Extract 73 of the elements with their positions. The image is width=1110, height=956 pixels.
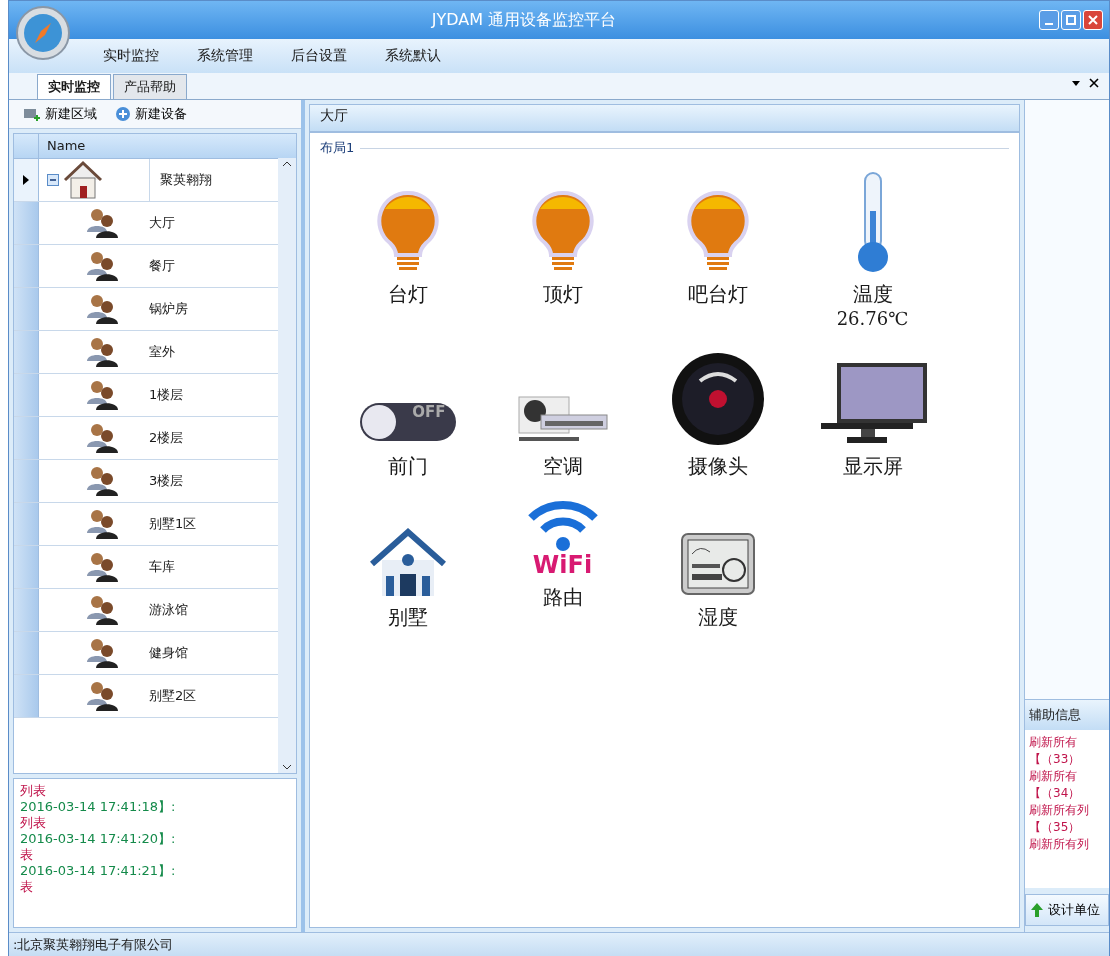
log-line: 【（35）	[1029, 819, 1082, 836]
group-title: 布局1	[320, 139, 355, 157]
designer-button[interactable]: 设计单位	[1025, 894, 1109, 926]
toolbar-button[interactable]: 新建设备	[111, 103, 191, 125]
panel-title: 辅助信息	[1025, 700, 1109, 730]
panel-title: 大厅	[309, 104, 1020, 132]
log-line: 2016-03-14 17:41:21】:	[20, 863, 177, 879]
device-label: 路由	[542, 584, 583, 611]
device-label: 摄像头	[687, 453, 748, 480]
maximize-icon	[1066, 15, 1076, 25]
log-line: 列表	[20, 815, 47, 831]
tab[interactable]: 实时监控	[37, 74, 111, 99]
camera-icon	[669, 351, 766, 447]
log-line: 【（33）	[1029, 751, 1082, 768]
device-label: 湿度	[697, 604, 738, 631]
log-line: 2016-03-14 17:41:18】:	[20, 799, 177, 815]
tab[interactable]: 产品帮助	[113, 74, 187, 99]
tree-item[interactable]: 别墅1区	[149, 503, 278, 545]
log-line: 刷新所有	[1029, 768, 1078, 785]
device-label: 显示屏	[842, 453, 903, 480]
house-icon	[63, 160, 103, 200]
up-arrow-icon	[1030, 902, 1044, 918]
toolbar-button[interactable]: 新建区域	[19, 103, 101, 125]
device-label: 别墅	[387, 604, 428, 631]
device-reading: 26.76℃	[836, 308, 909, 329]
tree-item[interactable]: 健身馆	[149, 632, 278, 674]
log-line: 列表	[20, 783, 47, 799]
device-label: 空调	[542, 453, 583, 480]
minimize-icon	[1045, 22, 1053, 25]
device-label: 台灯	[387, 281, 428, 308]
maximize-button[interactable]	[1061, 10, 1081, 30]
wifi-logo-text: WiFi	[532, 552, 593, 578]
collapse-icon[interactable]	[47, 174, 59, 186]
wifi-icon	[526, 500, 599, 552]
log-line: 表	[20, 879, 34, 895]
log-line: 2016-03-14 17:41:20】:	[20, 831, 177, 847]
row-selector[interactable]	[14, 159, 39, 201]
log-line: 【（34）	[1029, 785, 1082, 802]
tree-item[interactable]: 3楼层	[149, 460, 278, 502]
status-text: :北京聚英翱翔电子有限公司	[9, 932, 1109, 956]
close-icon[interactable]	[1089, 78, 1099, 88]
close-icon	[1088, 15, 1098, 25]
menu-item[interactable]: 系统默认	[371, 43, 455, 69]
house-icon	[367, 528, 448, 598]
log-line: 刷新所有	[1029, 734, 1078, 751]
tree-item[interactable]: 车库	[149, 546, 278, 588]
area-add-icon	[23, 106, 41, 122]
tree-item[interactable]: 室外	[149, 331, 278, 373]
menu-item[interactable]: 实时监控	[89, 43, 173, 69]
minimize-button[interactable]	[1039, 10, 1059, 30]
device-label: 顶灯	[542, 281, 583, 308]
column-header: Name	[46, 137, 87, 155]
window-title: JYDAM 通用设备监控平台	[430, 9, 618, 31]
tree-item[interactable]: 1楼层	[149, 374, 278, 416]
menu-item[interactable]: 后台设置	[277, 43, 361, 69]
tree-item[interactable]: 锅炉房	[149, 288, 278, 330]
device-label: 前门	[387, 453, 428, 480]
dropdown-arrow-icon[interactable]	[1071, 78, 1081, 88]
tree-item[interactable]: 餐厅	[149, 245, 278, 287]
close-button[interactable]	[1083, 10, 1103, 30]
device-label: 吧台灯	[687, 281, 748, 308]
tree-item[interactable]: 大厅	[149, 202, 278, 244]
add-device-icon	[115, 106, 131, 122]
menu-item[interactable]: 系统管理	[183, 43, 267, 69]
tree-item[interactable]: 2楼层	[149, 417, 278, 459]
tree-item[interactable]: 游泳馆	[149, 589, 278, 631]
log-line: 表	[20, 847, 34, 863]
tree-item[interactable]: 别墅2区	[149, 675, 278, 717]
log-line: 刷新所有列	[1029, 802, 1090, 819]
switch-text: OFF	[412, 403, 446, 421]
current-row-icon	[23, 175, 29, 185]
log-line: 刷新所有列	[1029, 836, 1090, 853]
device-label: 温度	[852, 281, 893, 308]
